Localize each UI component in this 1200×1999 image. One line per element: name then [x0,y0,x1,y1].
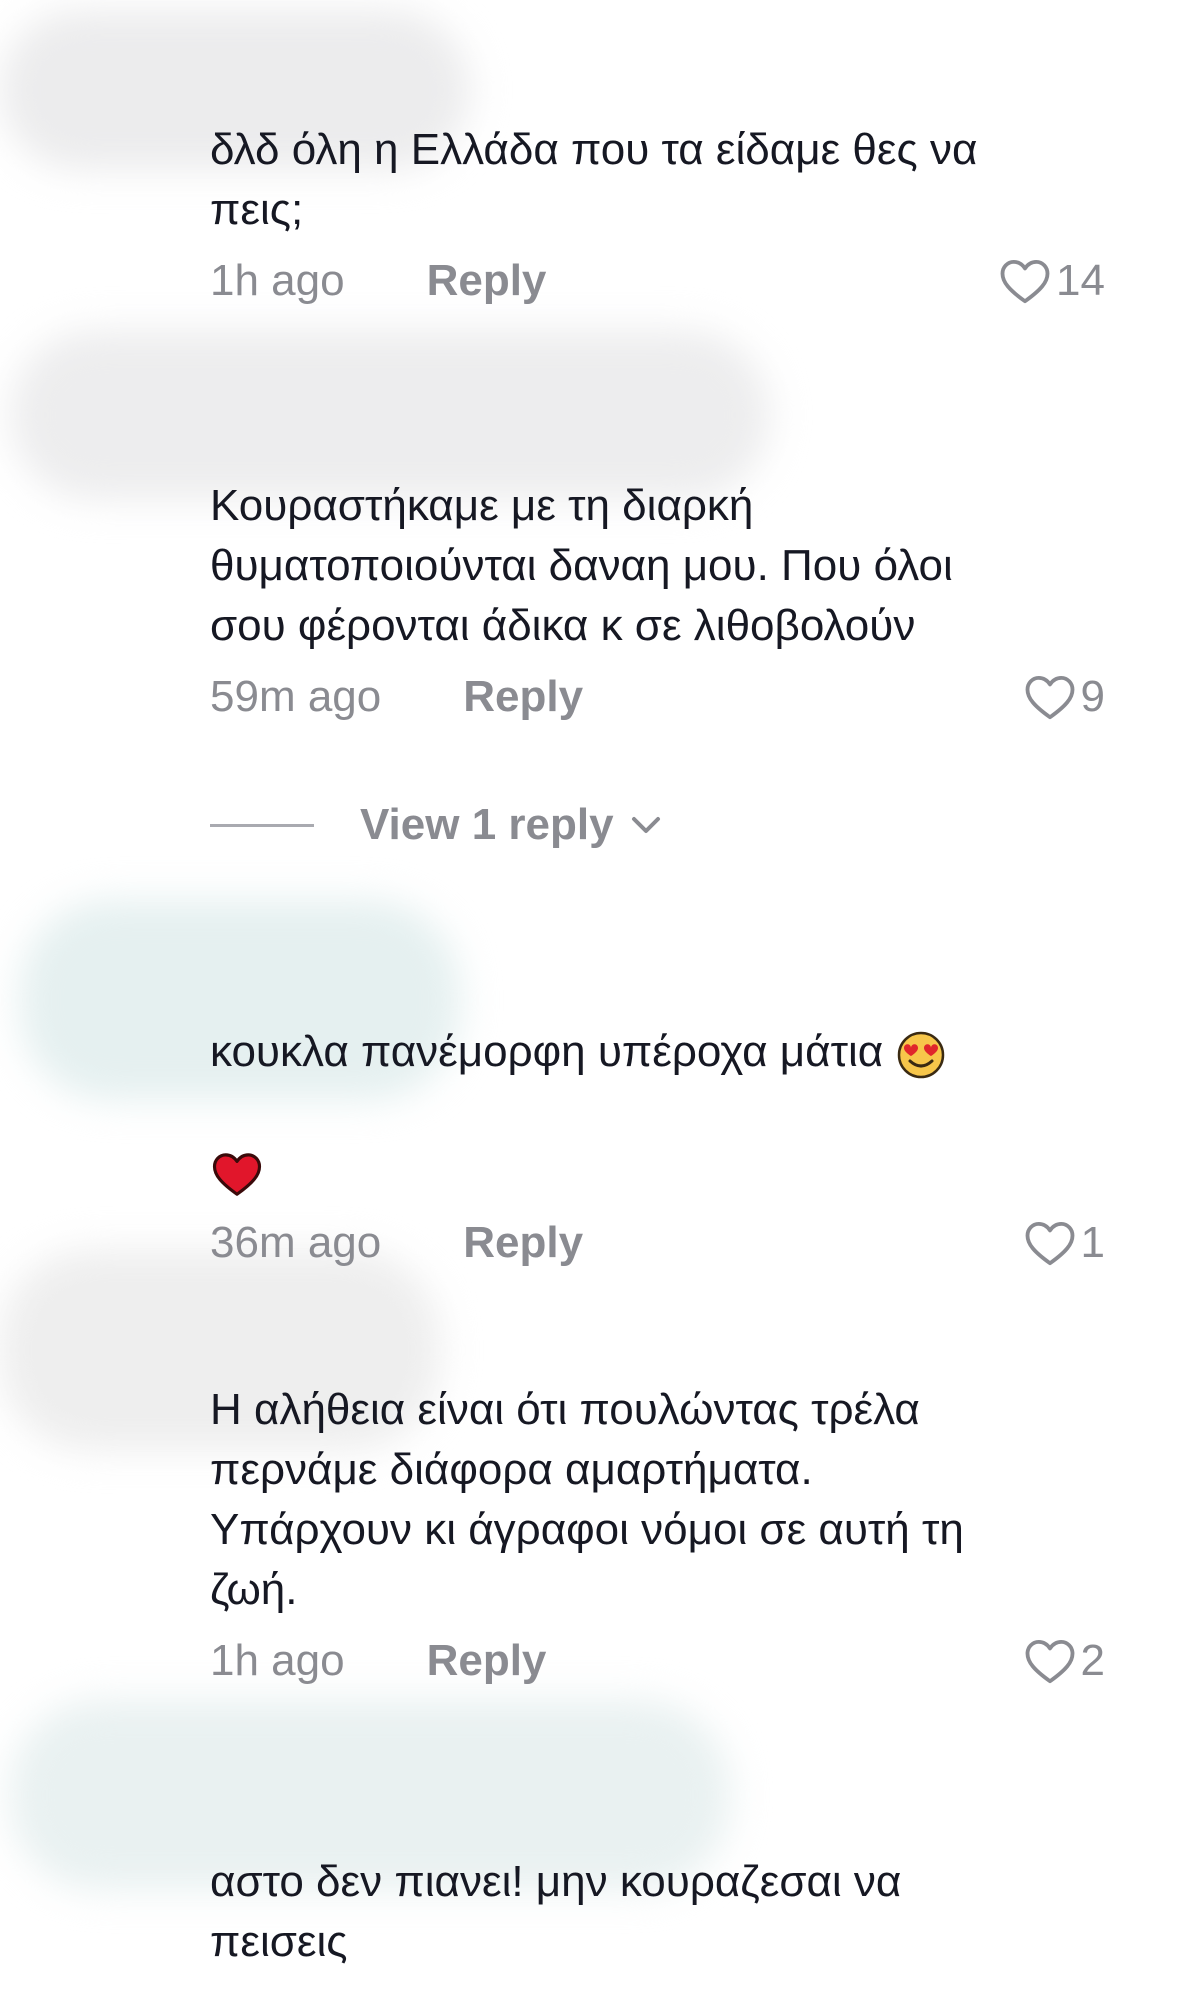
like-count: 14 [1056,256,1105,305]
like-button[interactable]: 1 [1023,1208,1105,1278]
comment-text: αστο δεν πιανει! μην κουραζεσαι να πεισε… [210,1857,902,1966]
like-button[interactable]: 9 [1023,662,1105,732]
comment-meta: 1h ago Reply 2 [210,1626,1110,1696]
like-count: 9 [1080,672,1105,721]
like-count: 1 [1080,1218,1105,1267]
comment-text: Η αλήθεια είναι ότι πουλώντας τρέλα περν… [210,1385,964,1614]
chevron-down-icon [631,817,660,833]
red-heart-icon [212,1153,262,1197]
comment-time: 59m ago [210,672,382,721]
reply-button[interactable]: Reply [427,1636,547,1686]
divider-line [210,823,314,827]
comment-meta: 1h ago Reply 14 [210,246,1110,316]
reply-button[interactable]: Reply [427,256,547,306]
view-replies-button[interactable]: View 1 reply [210,790,662,860]
comment-time: 1h ago [210,256,345,305]
like-button[interactable]: 14 [998,246,1105,316]
like-button[interactable]: 2 [1023,1626,1105,1696]
heart-outline-icon [1000,259,1050,304]
comment-item: κουκλα πανέμορφη υπέροχα μάτια 36m ago R… [210,1022,1110,1278]
comment-item: Η αλήθεια είναι ότι πουλώντας τρέλα περν… [210,1380,1110,1696]
reply-button[interactable]: Reply [463,1218,583,1268]
reply-button[interactable]: Reply [463,672,583,722]
comment-item: δλδ όλη η Ελλάδα που τα είδαμε θες να πε… [210,120,1110,316]
heart-outline-icon [1025,675,1074,720]
like-count: 2 [1080,1636,1105,1685]
redacted-username-blur [10,330,770,500]
comment-text: κουκλα πανέμορφη υπέροχα μάτια [210,1022,1110,1202]
comment-meta: 59m ago Reply 9 [210,662,1110,732]
comment-item: αστο δεν πιανει! μην κουραζεσαι να πεισε… [210,1852,1110,1972]
view-replies-label: View 1 reply [360,800,614,849]
comment-item: Κουραστήκαμε με τη διαρκή θυματοποιούντα… [210,476,1110,732]
comment-time: 36m ago [210,1218,382,1267]
comment-time: 1h ago [210,1636,345,1685]
heart-outline-icon [1025,1639,1074,1684]
comment-text-content: κουκλα πανέμορφη υπέροχα μάτια [210,1027,884,1076]
comment-meta: 36m ago Reply 1 [210,1208,1110,1278]
smiling-face-with-heart-eyes-icon [898,1032,945,1079]
comment-text: δλδ όλη η Ελλάδα που τα είδαμε θες να πε… [210,125,978,234]
comment-text: Κουραστήκαμε με τη διαρκή θυματοποιούντα… [210,481,953,650]
heart-outline-icon [1025,1221,1074,1266]
